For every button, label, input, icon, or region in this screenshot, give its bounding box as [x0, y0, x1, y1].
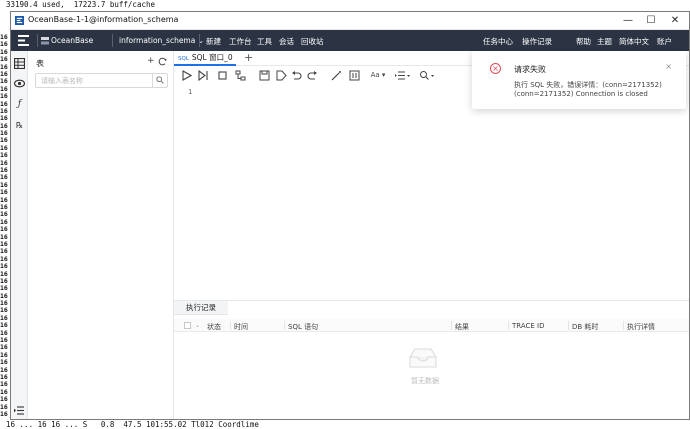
app-icon	[15, 16, 24, 25]
tab-execution-history[interactable]: 执行记录	[174, 301, 228, 315]
column-sql-statement: SQL 语句	[288, 323, 319, 331]
tab-label: SQL 窗口_0	[191, 53, 233, 62]
save-icon[interactable]	[259, 70, 270, 81]
close-window-button[interactable]: ✕	[663, 12, 687, 30]
minimize-button[interactable]: —	[616, 12, 640, 30]
menu-language[interactable]: 简体中文	[619, 36, 649, 47]
menu-workbench[interactable]: 工作台	[229, 36, 252, 47]
database-selector[interactable]: information_schema ⌄	[119, 36, 204, 45]
tag-icon[interactable]	[276, 70, 287, 81]
table-list-panel: 表 +	[28, 51, 174, 419]
menu-operation-log[interactable]: 操作记录	[522, 36, 552, 47]
column-divider	[230, 321, 231, 330]
column-status: 状态	[207, 323, 221, 331]
home-menu-icon[interactable]	[18, 35, 29, 46]
column-divider	[451, 321, 452, 330]
procedure-icon[interactable]: ℞	[14, 120, 25, 131]
title-bar: OceanBase-1-1@information_schema — ☐ ✕	[11, 12, 689, 30]
notification-message-line1: 执行 SQL 失败，错误详情：(conn=2171352)	[514, 81, 662, 89]
column-time: 时间	[234, 323, 248, 331]
left-icon-rail: ƒ ℞	[11, 51, 28, 419]
run-selected-icon[interactable]	[198, 70, 209, 81]
error-icon: ×	[490, 63, 501, 74]
menu-recycle-bin[interactable]: 回收站	[301, 36, 324, 47]
results-table-header: ⌄ 状态 时间 SQL 语句 结果 TRACE ID DB 耗时 执行详情	[174, 319, 689, 332]
brand-name: OceanBase	[51, 36, 94, 45]
terminal-line-top: 33190.4 used, 17223.7 buff/cache	[6, 0, 156, 9]
run-icon[interactable]	[181, 70, 192, 81]
oceanbase-logo-icon	[41, 37, 49, 45]
line-number: 1	[188, 88, 193, 96]
error-notification: × 请求失败 执行 SQL 失败，错误详情：(conn=2171352) (co…	[472, 51, 686, 109]
plan-icon[interactable]	[235, 70, 246, 81]
sql-badge-icon: SQL	[178, 56, 189, 62]
magic-format-icon[interactable]	[331, 70, 342, 81]
window-title: OceanBase-1-1@information_schema	[28, 15, 179, 24]
menu-theme[interactable]: 主题	[597, 36, 612, 47]
tab-sql-window[interactable]: SQL SQL 窗口_0	[174, 51, 236, 66]
undo-icon[interactable]	[291, 70, 302, 81]
eye-icon[interactable]	[14, 78, 25, 89]
menu-help[interactable]: 帮助	[576, 36, 591, 47]
divider	[199, 34, 200, 47]
menu-session[interactable]: 会话	[279, 36, 294, 47]
column-divider	[623, 321, 624, 330]
function-icon[interactable]: ƒ	[14, 99, 25, 110]
table-search-input[interactable]	[41, 76, 151, 86]
empty-state-text: 暂无数据	[411, 377, 439, 385]
redo-icon[interactable]	[307, 70, 318, 81]
column-result: 结果	[455, 323, 469, 331]
indent-icon[interactable]	[395, 70, 411, 81]
terminal-gutter-line: 16	[0, 409, 8, 418]
divider	[37, 34, 38, 47]
top-navigation-bar: OceanBase information_schema ⌄ 新建 工作台 工具…	[11, 30, 689, 51]
menu-account[interactable]: 账户	[657, 36, 672, 47]
menu-task-center[interactable]: 任务中心	[483, 36, 513, 47]
app-window: OceanBase-1-1@information_schema — ☐ ✕ O…	[10, 11, 690, 420]
case-format-dropdown[interactable]: Aa ▾	[367, 70, 389, 81]
terminal-gutter: 16 16 16 16 16 16 16 16 16 16 16 16 16 16 16 16 16 16 16 16…	[0, 33, 9, 418]
column-divider	[508, 321, 509, 330]
table-search-box	[35, 73, 168, 88]
snippet-icon[interactable]	[349, 70, 360, 81]
notification-title: 请求失败	[514, 65, 546, 74]
column-db-time: DB 耗时	[572, 323, 599, 331]
results-panel: 执行记录 ⌄ 状态 时间 SQL 语句 结果 TRACE ID DB 耗时 执行…	[174, 300, 689, 419]
stop-icon[interactable]	[217, 70, 228, 81]
column-details: 执行详情	[627, 323, 655, 331]
collapse-menu-icon[interactable]	[14, 405, 25, 416]
empty-inbox-icon	[409, 348, 437, 368]
table-icon[interactable]	[14, 58, 25, 69]
add-icon[interactable]: +	[147, 56, 155, 66]
column-trace-id: TRACE ID	[512, 322, 545, 330]
select-all-checkbox[interactable]	[184, 322, 191, 329]
terminal-line-bottom: 16 ... 16 16 ... S 0.8 47.5 101:55.02 Tl…	[6, 420, 259, 429]
add-tab-button[interactable]: +	[244, 51, 253, 65]
notification-message-line2: (conn=2171352) Connection is closed	[514, 90, 648, 98]
chevron-down-icon[interactable]: ⌄	[195, 322, 200, 329]
panel-title: 表	[36, 59, 44, 68]
close-notification-icon[interactable]: ×	[665, 62, 672, 71]
sql-editor[interactable]: 1	[174, 83, 689, 298]
menu-tools[interactable]: 工具	[257, 36, 272, 47]
menu-new[interactable]: 新建	[206, 36, 221, 47]
case-format-label: Aa	[370, 71, 380, 79]
find-replace-icon[interactable]	[419, 70, 435, 81]
divider	[112, 34, 113, 47]
column-divider	[284, 321, 285, 330]
column-divider	[568, 321, 569, 330]
search-icon[interactable]	[152, 74, 167, 87]
refresh-icon[interactable]	[158, 57, 167, 66]
maximize-button[interactable]: ☐	[639, 12, 663, 30]
